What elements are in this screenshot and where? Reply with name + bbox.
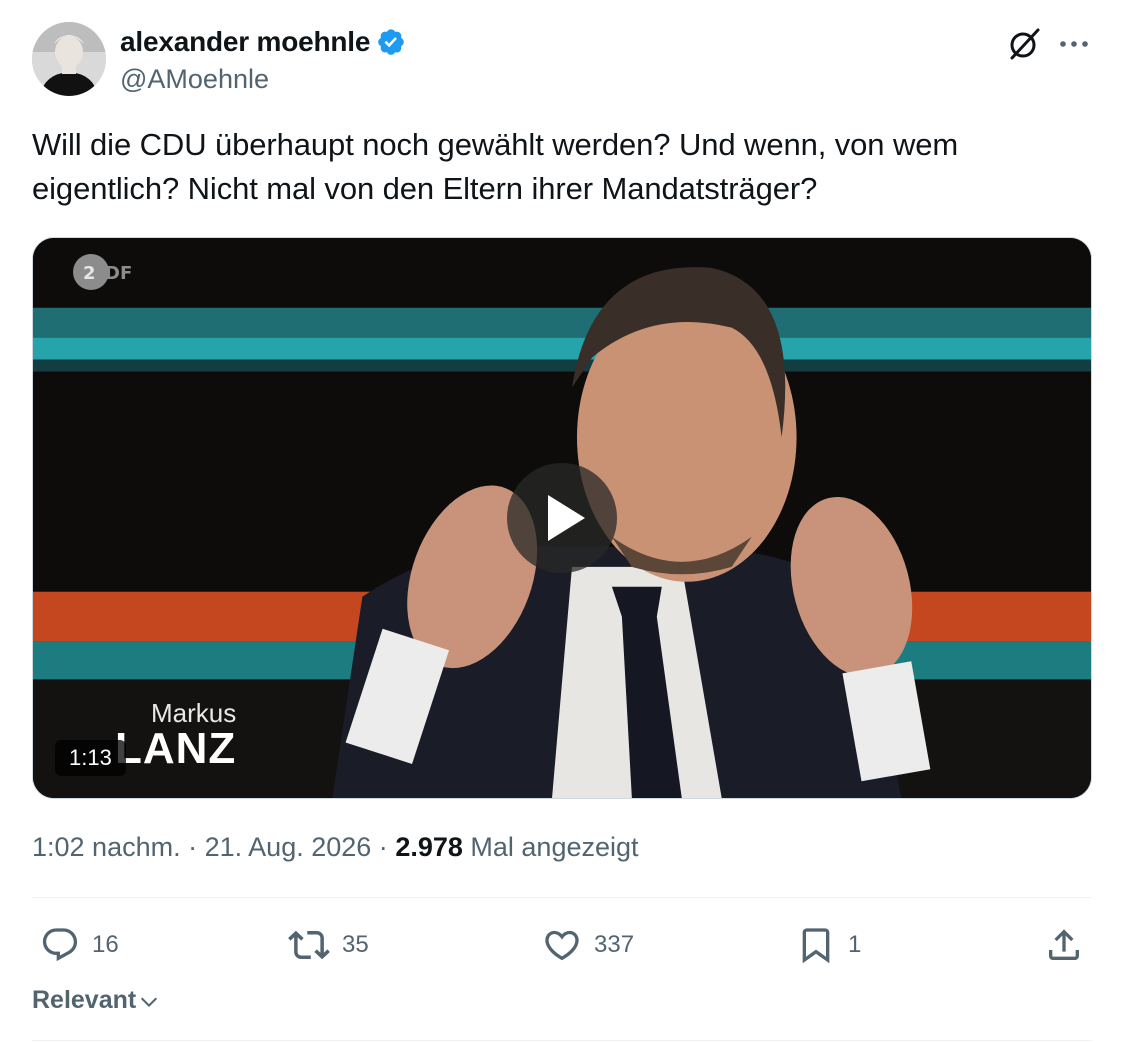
zdf-logo: 2 DF bbox=[73, 254, 132, 290]
svg-text:DF: DF bbox=[105, 263, 132, 284]
tweet-meta: 1:02 nachm. · 21. Aug. 2026 · 2.978 Mal … bbox=[32, 832, 639, 863]
like-button[interactable]: 337 bbox=[542, 920, 634, 970]
bookmark-icon bbox=[802, 928, 830, 964]
author-handle[interactable]: @AMoehnle bbox=[120, 64, 406, 95]
sort-replies-dropdown[interactable]: Relevant bbox=[32, 986, 160, 1015]
views-count: 2.978 bbox=[395, 832, 463, 862]
bookmark-count: 1 bbox=[848, 931, 862, 958]
repost-count: 35 bbox=[342, 931, 369, 958]
meta-separator: · bbox=[378, 832, 388, 862]
divider bbox=[32, 1040, 1092, 1041]
repost-button[interactable]: 35 bbox=[288, 920, 369, 970]
tweet-text: Will die CDU überhaupt noch gewählt werd… bbox=[32, 123, 1092, 211]
heart-icon bbox=[545, 930, 579, 961]
avatar[interactable] bbox=[32, 22, 106, 96]
play-button[interactable] bbox=[507, 463, 617, 573]
action-bar: 16 35 337 1 bbox=[32, 920, 1092, 970]
reply-icon bbox=[42, 928, 78, 962]
share-button[interactable] bbox=[1044, 920, 1084, 970]
views-label: Mal angezeigt bbox=[470, 832, 639, 862]
repost-icon bbox=[288, 930, 330, 960]
bookmark-button[interactable]: 1 bbox=[796, 920, 861, 970]
tweet-time[interactable]: 1:02 nachm. bbox=[32, 832, 181, 862]
verified-badge-icon[interactable] bbox=[376, 27, 406, 57]
author-block: alexander moehnle @AMoehnle bbox=[120, 26, 406, 95]
tweet-date[interactable]: 21. Aug. 2026 bbox=[205, 832, 372, 862]
video-player[interactable]: 2 DF Markus LANZ 1:13 bbox=[32, 237, 1092, 799]
more-icon[interactable] bbox=[1056, 30, 1092, 58]
meta-separator: · bbox=[188, 832, 198, 862]
like-count: 337 bbox=[594, 931, 635, 958]
play-icon bbox=[548, 495, 585, 541]
sort-label: Relevant bbox=[32, 986, 137, 1014]
tweet-text-line: Will die CDU überhaupt noch gewählt werd… bbox=[32, 127, 959, 162]
chevron-down-icon bbox=[141, 997, 158, 1007]
tweet-text-line: eigentlich? Nicht mal von den Eltern ihr… bbox=[32, 171, 818, 206]
svg-text:2: 2 bbox=[83, 263, 96, 284]
grok-icon[interactable] bbox=[1006, 26, 1042, 62]
divider bbox=[32, 897, 1092, 898]
author-display-name[interactable]: alexander moehnle bbox=[120, 26, 370, 58]
reply-count: 16 bbox=[92, 931, 119, 958]
tweet-header: alexander moehnle @AMoehnle bbox=[32, 22, 1092, 102]
show-logo: Markus LANZ bbox=[115, 698, 237, 773]
share-icon bbox=[1049, 929, 1079, 960]
reply-button[interactable]: 16 bbox=[40, 920, 119, 970]
show-logo-large: LANZ bbox=[115, 724, 237, 773]
video-duration: 1:13 bbox=[55, 740, 126, 776]
